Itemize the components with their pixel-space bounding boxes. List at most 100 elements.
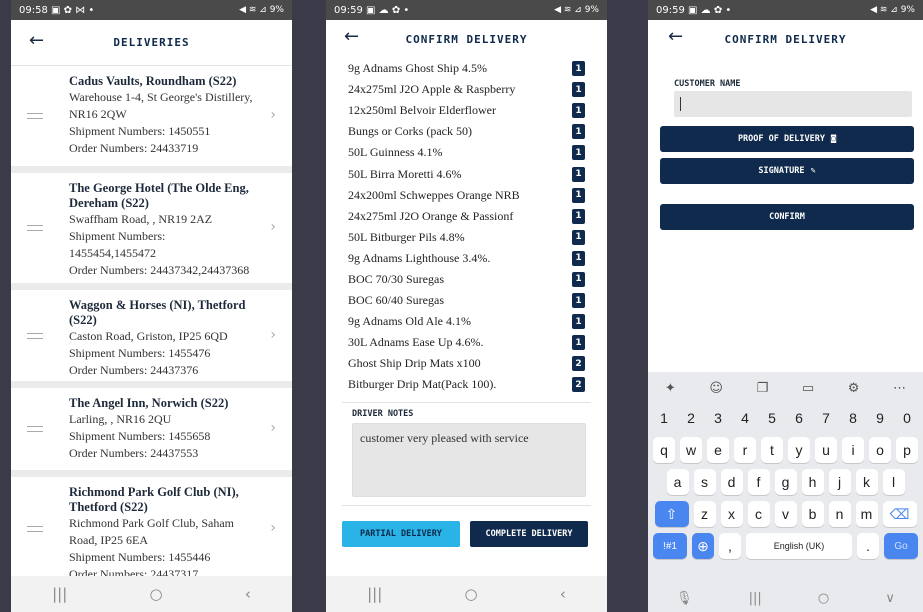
emoji-icon[interactable]: ☺: [709, 381, 723, 396]
key[interactable]: c: [747, 501, 770, 527]
key[interactable]: h: [801, 469, 824, 495]
home-icon[interactable]: ○: [150, 585, 163, 603]
globe-key-icon[interactable]: ⊕: [692, 533, 714, 559]
key[interactable]: a: [666, 469, 689, 495]
chevron-right-icon[interactable]: ›: [270, 327, 276, 343]
hide-keyboard-icon[interactable]: ∨: [885, 591, 895, 606]
key[interactable]: 6: [788, 405, 810, 431]
home-icon[interactable]: ○: [465, 585, 478, 603]
key[interactable]: 0: [896, 405, 918, 431]
drag-handle-icon[interactable]: [27, 113, 43, 119]
proof-of-delivery-button[interactable]: PROOF OF DELIVERY ◙: [660, 126, 914, 152]
chevron-right-icon[interactable]: ›: [270, 219, 276, 235]
key[interactable]: f: [747, 469, 770, 495]
key[interactable]: o: [869, 437, 891, 463]
delivery-card[interactable]: Cadus Vaults, Roundham (S22) Warehouse 1…: [11, 66, 292, 173]
customer-name-input[interactable]: [674, 91, 912, 117]
key[interactable]: k: [855, 469, 878, 495]
key[interactable]: w: [680, 437, 702, 463]
key[interactable]: 9: [869, 405, 891, 431]
go-key[interactable]: Go: [884, 533, 918, 559]
driver-notes-input[interactable]: customer very pleased with service: [352, 423, 586, 497]
app-header: ← CONFIRM DELIVERY: [326, 20, 607, 58]
key[interactable]: v: [774, 501, 797, 527]
back-arrow-icon[interactable]: ←: [344, 26, 359, 47]
period-key[interactable]: .: [857, 533, 879, 559]
signature-button[interactable]: SIGNATURE ✎: [660, 158, 914, 184]
microphone-icon[interactable]: 🎙: [676, 591, 693, 606]
partial-delivery-button[interactable]: PARTIAL DELIVERY: [342, 521, 460, 547]
quantity-badge: 1: [572, 103, 585, 119]
proof-label: PROOF OF DELIVERY: [737, 134, 825, 144]
recent-apps-icon[interactable]: |||: [52, 585, 67, 603]
list-item: 50L Bitburger Pils 4.8% 1: [326, 227, 607, 248]
phone-deliveries: 09:58 ▣ ✿ ⋈ • ◀ ≋ ⊿ 9% ← DELIVERIES Cadu…: [11, 0, 292, 612]
key[interactable]: g: [774, 469, 797, 495]
order-numbers: Order Numbers: 24433719: [69, 141, 199, 155]
drag-handle-icon[interactable]: [27, 225, 43, 231]
back-nav-icon[interactable]: ‹: [245, 585, 251, 603]
backspace-key-icon[interactable]: ⌫: [882, 501, 917, 527]
back-arrow-icon[interactable]: ←: [668, 26, 683, 47]
key[interactable]: e: [707, 437, 729, 463]
recent-apps-icon[interactable]: |||: [367, 585, 382, 603]
sticker-icon[interactable]: ❐: [757, 381, 769, 396]
delivery-card[interactable]: The George Hotel (The Olde Eng, Dereham …: [11, 173, 292, 290]
key[interactable]: m: [855, 501, 878, 527]
key[interactable]: z: [693, 501, 716, 527]
key[interactable]: u: [815, 437, 837, 463]
back-nav-icon[interactable]: ‹: [560, 585, 566, 603]
chevron-right-icon[interactable]: ›: [270, 520, 276, 536]
customer-name-label: CUSTOMER NAME: [674, 79, 741, 89]
shift-key-icon[interactable]: ⇧: [654, 501, 689, 527]
key[interactable]: l: [882, 469, 905, 495]
key[interactable]: x: [720, 501, 743, 527]
android-nav-bar: ||| ○ ‹: [326, 576, 607, 612]
key[interactable]: t: [761, 437, 783, 463]
confirm-button[interactable]: CONFIRM: [660, 204, 914, 230]
key[interactable]: q: [653, 437, 675, 463]
symbols-key[interactable]: !#1: [653, 533, 687, 559]
key[interactable]: d: [720, 469, 743, 495]
chevron-right-icon[interactable]: ›: [270, 107, 276, 123]
delivery-card[interactable]: Richmond Park Golf Club (NI), Thetford (…: [11, 477, 292, 576]
key[interactable]: j: [828, 469, 851, 495]
back-arrow-icon[interactable]: ←: [29, 30, 44, 51]
space-key[interactable]: English (UK): [746, 533, 852, 559]
quantity-badge: 1: [572, 250, 585, 266]
key[interactable]: p: [896, 437, 918, 463]
key[interactable]: 4: [734, 405, 756, 431]
key[interactable]: 5: [761, 405, 783, 431]
delivery-name: The Angel Inn, Norwich (S22): [69, 396, 229, 410]
key[interactable]: s: [693, 469, 716, 495]
key[interactable]: i: [842, 437, 864, 463]
key[interactable]: 1: [653, 405, 675, 431]
key[interactable]: b: [801, 501, 824, 527]
key[interactable]: r: [734, 437, 756, 463]
chevron-right-icon[interactable]: ›: [270, 420, 276, 436]
delivery-address: Caston Road, Griston, IP25 6QD: [69, 329, 228, 343]
drag-handle-icon[interactable]: [27, 332, 43, 339]
comma-key[interactable]: ,: [719, 533, 741, 559]
home-icon[interactable]: ○: [818, 591, 829, 606]
key[interactable]: 8: [842, 405, 864, 431]
key[interactable]: 7: [815, 405, 837, 431]
key[interactable]: 3: [707, 405, 729, 431]
settings-gear-icon[interactable]: ⚙: [848, 381, 860, 396]
shipment-numbers: Shipment Numbers: 1450551: [69, 124, 211, 138]
delivery-card[interactable]: Waggon & Horses (NI), Thetford (S22) Cas…: [11, 290, 292, 388]
more-options-icon[interactable]: ⋯: [893, 381, 906, 396]
key[interactable]: 2: [680, 405, 702, 431]
complete-delivery-button[interactable]: COMPLETE DELIVERY: [470, 521, 588, 547]
sparkle-icon[interactable]: ✦: [665, 381, 676, 396]
delivery-list[interactable]: Cadus Vaults, Roundham (S22) Warehouse 1…: [11, 66, 292, 576]
recent-apps-icon[interactable]: |||: [749, 591, 762, 606]
item-name: Bitburger Drip Mat(Pack 100).: [348, 377, 497, 392]
clipboard-icon[interactable]: ▭: [802, 381, 814, 396]
delivery-card[interactable]: The Angel Inn, Norwich (S22) Larling, , …: [11, 388, 292, 477]
list-item: 50L Guinness 4.1% 1: [326, 142, 607, 163]
key[interactable]: y: [788, 437, 810, 463]
key[interactable]: n: [828, 501, 851, 527]
drag-handle-icon[interactable]: [27, 525, 43, 532]
drag-handle-icon[interactable]: [27, 426, 43, 432]
